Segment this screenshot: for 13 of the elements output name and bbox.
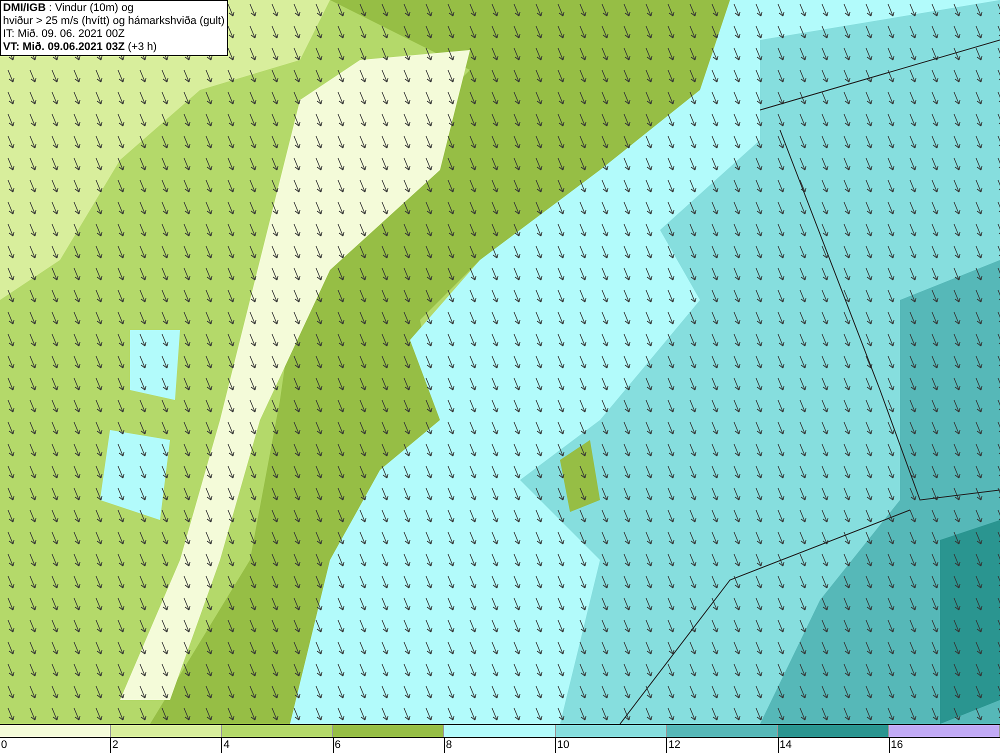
title-line: hviður > 25 m/s (hvítt) og hámarkshviða (gult) (3, 15, 225, 28)
legend-label: 2 (111, 739, 118, 751)
legend-label: 6 (334, 739, 341, 751)
title-line: VT: Mið. 09.06.2021 03Z (+3 h) (3, 41, 158, 54)
legend-label: 12 (667, 739, 681, 751)
title-line: IT: Mið. 09. 06. 2021 00Z (3, 28, 126, 41)
legend-label: 4 (222, 739, 230, 751)
legend-label: 16 (890, 739, 903, 751)
legend-label: 8 (444, 739, 452, 751)
legend-label: 14 (778, 739, 792, 751)
title-line: DMI/IGB : Vindur (10m) og (3, 2, 135, 15)
legend-label: 10 (556, 739, 570, 751)
legend-label: 0 (0, 739, 8, 751)
